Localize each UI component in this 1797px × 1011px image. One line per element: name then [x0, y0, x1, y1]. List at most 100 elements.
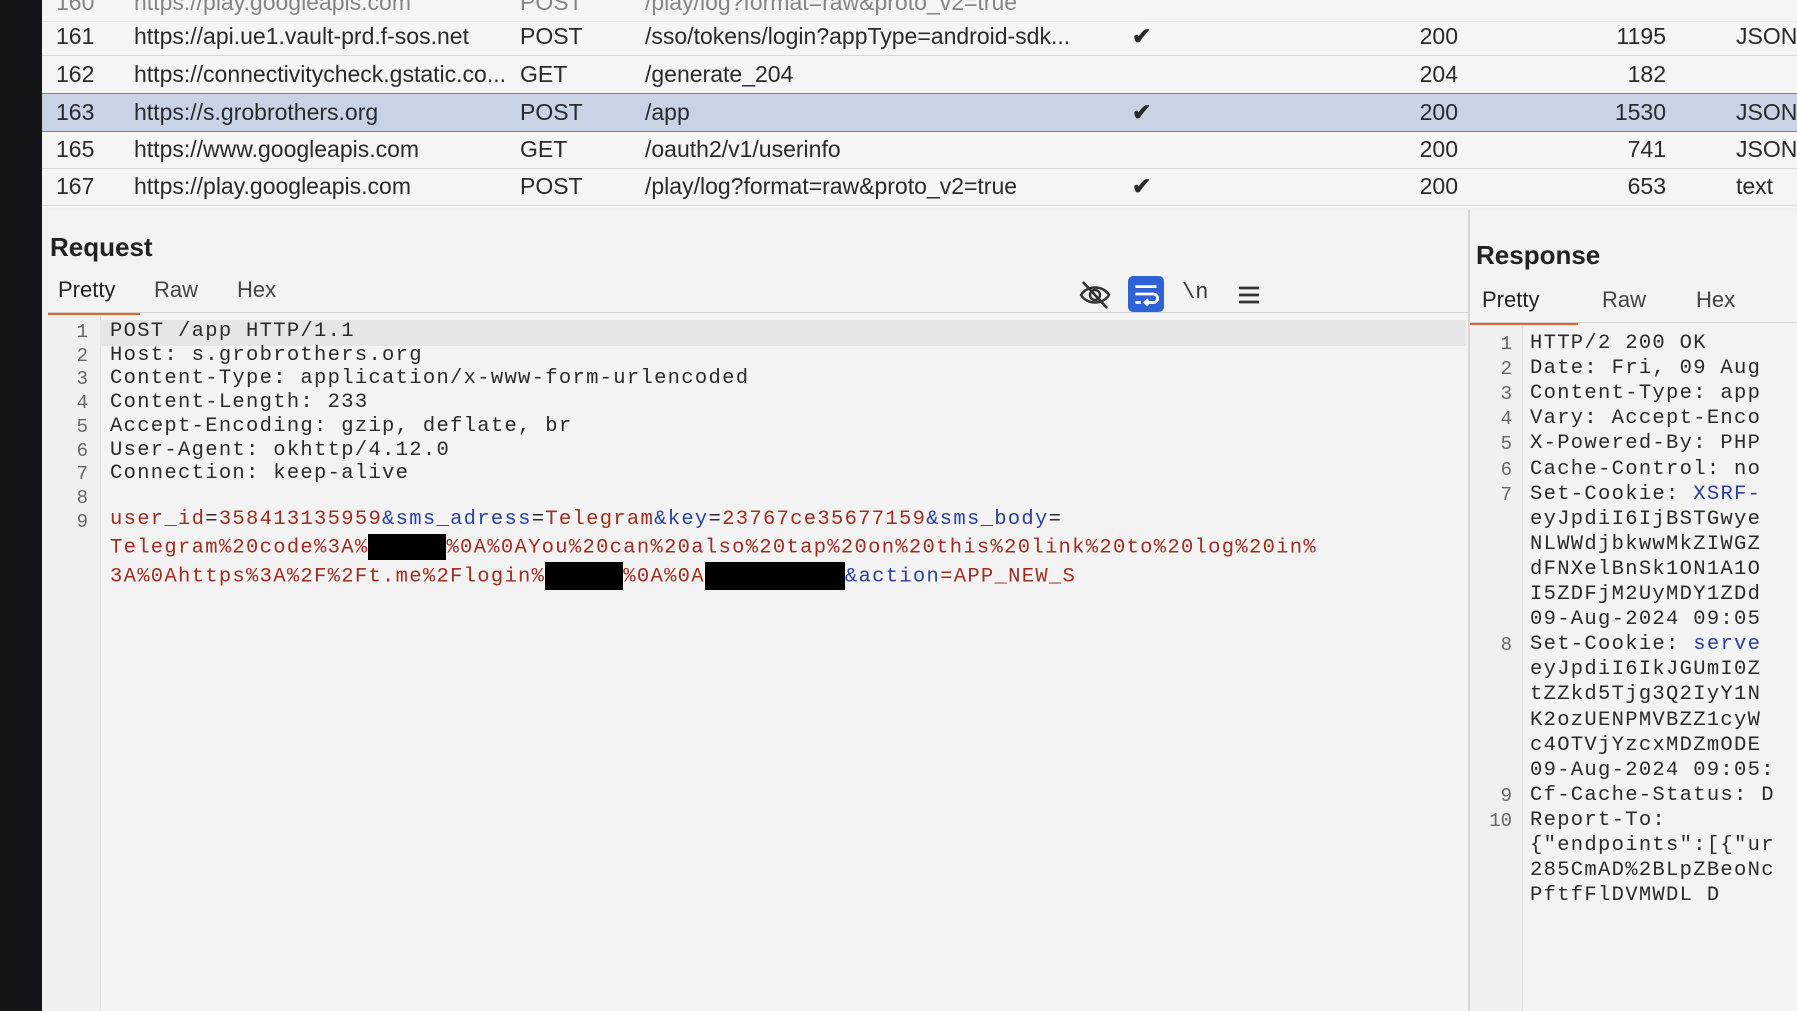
response-line-text: PftfFlDVMWDL D — [1530, 884, 1721, 908]
response-line-text: HTTP/2 200 OK — [1530, 332, 1707, 355]
response-line: NLWWdjbkwwMkZIWGZ — [1530, 533, 1761, 556]
burp-window: 160 https://play.googleapis.com POST/play/… — [42, 0, 1797, 1011]
response-line-text: Date: Fri, 09 Aug — [1530, 357, 1762, 381]
cell-length: 182 — [1627, 61, 1666, 87]
cookie-name: XSRF- — [1693, 482, 1762, 506]
table-row[interactable]: 161 https://api.ue1.vault-prd.f-sos.net PO… — [42, 18, 1797, 56]
response-line: I5ZDFjM2UyMDY1ZDd — [1530, 583, 1761, 606]
response-line: eyJpdiI6IkJGUmI0Z — [1530, 658, 1761, 681]
cell-url: /oauth2/v1/userinfo — [645, 136, 841, 162]
line-number: 5 — [76, 415, 88, 438]
request-body-line3: 3A%0Ahttps%3A%2F%2Ft.me%2Flogin% %0A%0A &a… — [110, 562, 1076, 590]
cell-num: 162 — [56, 61, 95, 87]
line-number: 2 — [1500, 358, 1512, 381]
line-number: 1 — [1500, 333, 1512, 355]
line-number: 1 — [76, 321, 88, 343]
cell-host: https://play.googleapis.com — [134, 173, 412, 199]
tab-pretty[interactable]: Pretty — [1470, 282, 1578, 325]
request-line: POST /app HTTP/1.1 — [110, 320, 355, 343]
tab-hex[interactable]: Hex — [1696, 282, 1756, 322]
cell-length: 741 — [1627, 136, 1666, 162]
response-line: HTTP/2 200 OK — [1530, 332, 1707, 355]
tab-raw[interactable]: Raw — [154, 272, 214, 312]
word-wrap-icon[interactable] — [1128, 276, 1164, 312]
response-line: Cf-Cache-Status: D — [1530, 784, 1775, 807]
response-line-text: dFNXelBnSk1ON1A1O — [1530, 557, 1762, 581]
request-line: Host: s.grobrothers.org — [110, 343, 423, 367]
tab-raw[interactable]: Raw — [1602, 282, 1662, 322]
response-line-text: Cf-Cache-Status: D — [1530, 783, 1775, 807]
cell-mime: JSON — [1736, 136, 1797, 162]
table-row[interactable]: 162 https://connectivitycheck.gstatic.co.… — [42, 56, 1797, 94]
response-line: 09-Aug-2024 09:05: — [1530, 759, 1775, 782]
cell-url: /generate_204 — [645, 61, 794, 87]
line-number: 6 — [1500, 458, 1512, 481]
newline-icon[interactable]: \n — [1182, 280, 1216, 314]
request-editor[interactable]: 1 POST /app HTTP/1.1 2 Host: s.grobrothers.… — [48, 316, 1466, 1011]
cell-url: /play/log?format=raw&proto_v2=true — [645, 173, 1018, 199]
response-tabs: Pretty Raw Hex — [1470, 282, 1797, 325]
line-number: 5 — [1500, 433, 1512, 456]
response-line: Content-Type: app — [1530, 382, 1761, 405]
response-line-text: K2ozUENPMVBZZ1cyW — [1530, 708, 1762, 732]
line-number: 4 — [1500, 408, 1512, 431]
response-line: tZZkd5Tjg3Q2IyY1N — [1530, 683, 1761, 706]
line-number: 2 — [76, 344, 88, 367]
cell-status: 200 — [1419, 173, 1458, 199]
table-row[interactable]: 167 https://play.googleapis.com POST/play/… — [42, 168, 1797, 206]
response-line-text: Cache-Control: no — [1530, 457, 1762, 481]
hide-icon[interactable] — [1078, 278, 1112, 312]
request-title: Request — [50, 232, 153, 262]
cell-host: https://www.googleapis.com — [134, 136, 420, 162]
response-line-text: {"endpoints":[{"ur — [1530, 834, 1775, 857]
cell-check: ✔ — [1132, 173, 1152, 199]
line-number: 3 — [1500, 383, 1512, 406]
table-row[interactable]: 165 https://www.googleapis.com GET/oauth2/… — [42, 131, 1797, 169]
http-history-table: 160 https://play.googleapis.com POST/play/… — [42, 0, 1797, 208]
request-line: Content-Length: 233 — [110, 391, 369, 415]
tab-hex[interactable]: Hex — [237, 272, 297, 312]
response-line: Set-Cookie: serve — [1530, 633, 1761, 656]
response-line-text: Vary: Accept-Enco — [1530, 407, 1762, 431]
cell-method: GET — [520, 61, 568, 87]
line-number: 9 — [76, 510, 88, 533]
table-row[interactable]: 163 https://s.grobrothers.org POST/app ✔ 200… — [42, 93, 1797, 132]
cell-method: GET — [520, 136, 568, 162]
response-line: {"endpoints":[{"ur — [1530, 834, 1775, 857]
line-number: 6 — [76, 439, 88, 462]
response-line-text: 285CmAD%2BLpZBeoNc — [1530, 859, 1775, 883]
redacted-block — [545, 562, 624, 590]
cell-host: https://s.grobrothers.org — [134, 99, 379, 125]
response-line: K2ozUENPMVBZZ1cyW — [1530, 709, 1761, 732]
cell-check: ✔ — [1132, 23, 1152, 49]
cell-num: 163 — [56, 99, 95, 125]
response-editor[interactable]: 1 HTTP/2 200 OK 2 Date: Fri, 09 Aug 3 Content… — [1470, 326, 1797, 1011]
cell-num: 161 — [56, 23, 95, 49]
cell-mime: JSON — [1736, 99, 1797, 125]
cell-mime: JSON — [1736, 23, 1797, 49]
tab-pretty[interactable]: Pretty — [48, 272, 140, 315]
redacted-block — [368, 534, 447, 560]
response-line: Set-Cookie: XSRF- — [1530, 483, 1761, 506]
cell-status: 204 — [1419, 61, 1458, 87]
cell-host: https://connectivitycheck.gstatic.co... — [134, 61, 506, 87]
response-line-text: NLWWdjbkwwMkZIWGZ — [1530, 532, 1762, 556]
cell-num: 167 — [56, 173, 95, 199]
request-line: Accept-Encoding: gzip, deflate, br — [110, 414, 573, 438]
line-number: 8 — [1500, 634, 1512, 657]
response-line: 09-Aug-2024 09:05 — [1530, 608, 1761, 631]
menu-icon[interactable] — [1232, 278, 1266, 312]
cell-status: 200 — [1419, 99, 1458, 125]
response-line-text: tZZkd5Tjg3Q2IyY1N — [1530, 683, 1762, 707]
request-body-line1: user_id=358413135959&sms_adress=Telegram… — [110, 508, 1063, 531]
cell-status: 200 — [1419, 136, 1458, 162]
cell-url: /app — [645, 99, 690, 125]
cell-method: POST — [520, 173, 583, 199]
response-line-text: Content-Type: app — [1530, 382, 1762, 406]
monitor-bezel — [0, 0, 42, 1011]
response-pane: Response Pretty Raw Hex 1 HTTP/2 200 OK 2 D… — [1470, 210, 1797, 1011]
line-number: 9 — [1500, 784, 1512, 807]
response-line-text: 09-Aug-2024 09:05: — [1530, 758, 1775, 782]
line-number: 3 — [76, 368, 88, 391]
response-line: Vary: Accept-Enco — [1530, 407, 1761, 430]
